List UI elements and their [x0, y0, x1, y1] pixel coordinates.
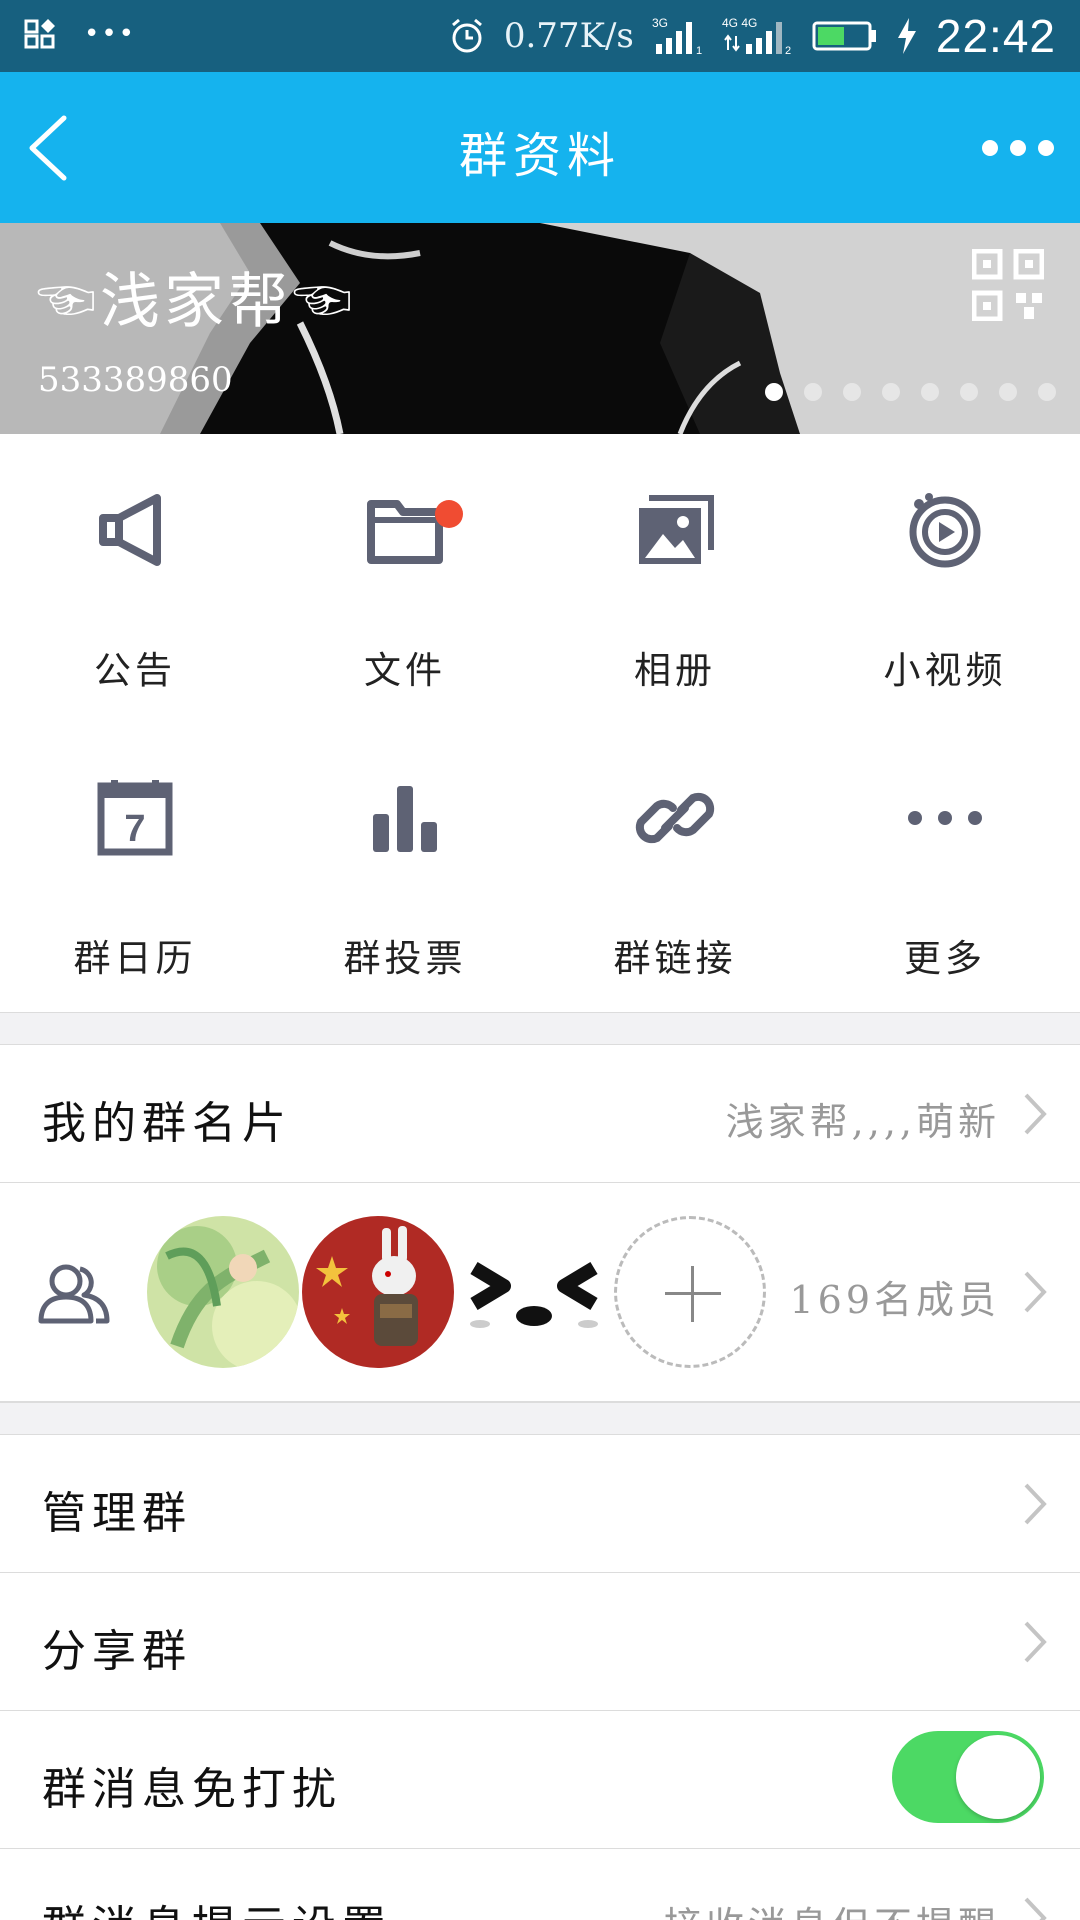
pager-dot	[1038, 383, 1056, 401]
feature-files[interactable]: 文件	[270, 434, 540, 714]
qr-code-icon[interactable]	[972, 249, 1044, 321]
feature-label: 相册	[634, 649, 716, 692]
member-avatar[interactable]	[147, 1216, 299, 1368]
more-options-icon[interactable]	[982, 136, 1054, 160]
member-count: 169名成员	[789, 1278, 1000, 1322]
mute-messages-row: 群消息免打扰	[0, 1711, 1080, 1849]
link-icon	[635, 792, 715, 844]
alarm-icon	[451, 18, 482, 53]
svg-text:2: 2	[785, 45, 791, 56]
row-label: 分享群	[42, 1626, 192, 1677]
app-grid-icon	[24, 19, 55, 49]
more-dot	[982, 140, 998, 156]
pager-dot	[882, 383, 900, 401]
pager-dot	[765, 383, 783, 401]
page-title: 群资料	[458, 128, 621, 184]
member-avatar[interactable]	[302, 1216, 454, 1368]
row-label: 群消息免打扰	[42, 1764, 342, 1815]
bar-chart-icon	[373, 786, 437, 852]
feature-label: 群链接	[613, 937, 737, 980]
share-group-row[interactable]: 分享群	[0, 1573, 1080, 1711]
notification-settings-row[interactable]: 群消息提示设置 接收消息但不提醒	[0, 1849, 1080, 1920]
calendar-icon: 7	[97, 780, 173, 856]
toggle-knob	[956, 1735, 1040, 1819]
row-label: 管理群	[42, 1488, 192, 1539]
group-name: ☜浅家帮☜	[36, 267, 356, 337]
avatar-image	[302, 1216, 454, 1368]
mute-toggle[interactable]	[892, 1731, 1044, 1823]
row-label: 我的群名片	[42, 1098, 292, 1149]
battery-icon	[812, 21, 876, 51]
banner-page-indicator	[765, 383, 1056, 401]
more-dots-icon	[908, 811, 982, 825]
members-row[interactable]: 169名成员	[0, 1183, 1080, 1402]
overflow-notification-icon: •••	[84, 19, 137, 49]
feature-album[interactable]: 相册	[540, 434, 810, 714]
row-label: 群消息提示设置	[42, 1891, 392, 1920]
feature-label: 公告	[94, 649, 176, 692]
chevron-right-icon	[1024, 1093, 1047, 1135]
section-divider	[0, 1402, 1080, 1435]
album-icon	[639, 495, 714, 564]
members-icon	[38, 1264, 110, 1324]
network-type-3g: 3G	[652, 16, 668, 30]
my-group-card-row[interactable]: 我的群名片 浅家帮,,,,萌新	[0, 1045, 1080, 1183]
group-id: 533389860	[38, 360, 233, 400]
title-bar: 群资料	[0, 72, 1080, 223]
new-badge	[435, 500, 463, 528]
feature-link[interactable]: 群链接	[540, 722, 810, 1002]
pager-dot	[843, 383, 861, 401]
feature-label: 群投票	[343, 937, 467, 980]
network-speed: 0.77K/s	[503, 16, 634, 56]
feature-label: 小视频	[883, 649, 1007, 692]
megaphone-icon	[99, 494, 161, 566]
section-divider	[0, 1012, 1080, 1045]
feature-label: 更多	[904, 937, 986, 980]
chevron-right-icon	[1024, 1483, 1047, 1525]
group-cover-banner[interactable]: ☜浅家帮☜ 533389860	[0, 223, 1080, 434]
clock: 22:42	[935, 10, 1056, 62]
chevron-right-icon	[1024, 1621, 1047, 1663]
more-dot	[1010, 140, 1026, 156]
feature-label: 文件	[364, 649, 446, 692]
chevron-right-icon	[1024, 1897, 1047, 1920]
signal-4g-icon: 4G 4G 2	[722, 16, 791, 56]
video-play-icon	[909, 493, 981, 568]
feature-announcement[interactable]: 公告	[0, 434, 270, 714]
group-card-value: 浅家帮,,,,萌新	[725, 1100, 1000, 1144]
manage-group-row[interactable]: 管理群	[0, 1435, 1080, 1573]
feature-vote[interactable]: 群投票	[270, 722, 540, 1002]
feature-short-video[interactable]: 小视频	[810, 434, 1080, 714]
calendar-day: 7	[124, 808, 145, 850]
more-dot	[1038, 140, 1054, 156]
folder-icon	[367, 500, 443, 564]
feature-more[interactable]: 更多	[810, 722, 1080, 1002]
feature-calendar[interactable]: 7 群日历	[0, 722, 270, 1002]
signal-3g-icon: 3G 1	[652, 16, 702, 56]
avatar-image	[458, 1216, 610, 1368]
notification-setting-value: 接收消息但不提醒	[664, 1895, 1000, 1920]
avatar-image	[147, 1216, 299, 1368]
pager-dot	[804, 383, 822, 401]
status-right: 0.77K/s 3G 1 4G 4G 2 22:42	[448, 10, 1056, 62]
member-avatar[interactable]	[458, 1216, 610, 1368]
chevron-right-icon	[1024, 1271, 1047, 1313]
network-type-4g: 4G 4G	[722, 16, 757, 30]
pager-dot	[960, 383, 978, 401]
charging-icon	[897, 18, 916, 54]
pager-dot	[921, 383, 939, 401]
svg-text:1: 1	[696, 45, 702, 56]
feature-label: 群日历	[73, 937, 197, 980]
add-member-button[interactable]	[614, 1216, 766, 1368]
status-left: •••	[24, 18, 136, 50]
pager-dot	[999, 383, 1017, 401]
status-bar: ••• 0.77K/s 3G 1 4G 4G 2 22:42	[0, 0, 1080, 72]
feature-grid: 公告 文件 相册 小视频 7 群日历 群投票 群链接 更多	[0, 434, 1080, 1012]
